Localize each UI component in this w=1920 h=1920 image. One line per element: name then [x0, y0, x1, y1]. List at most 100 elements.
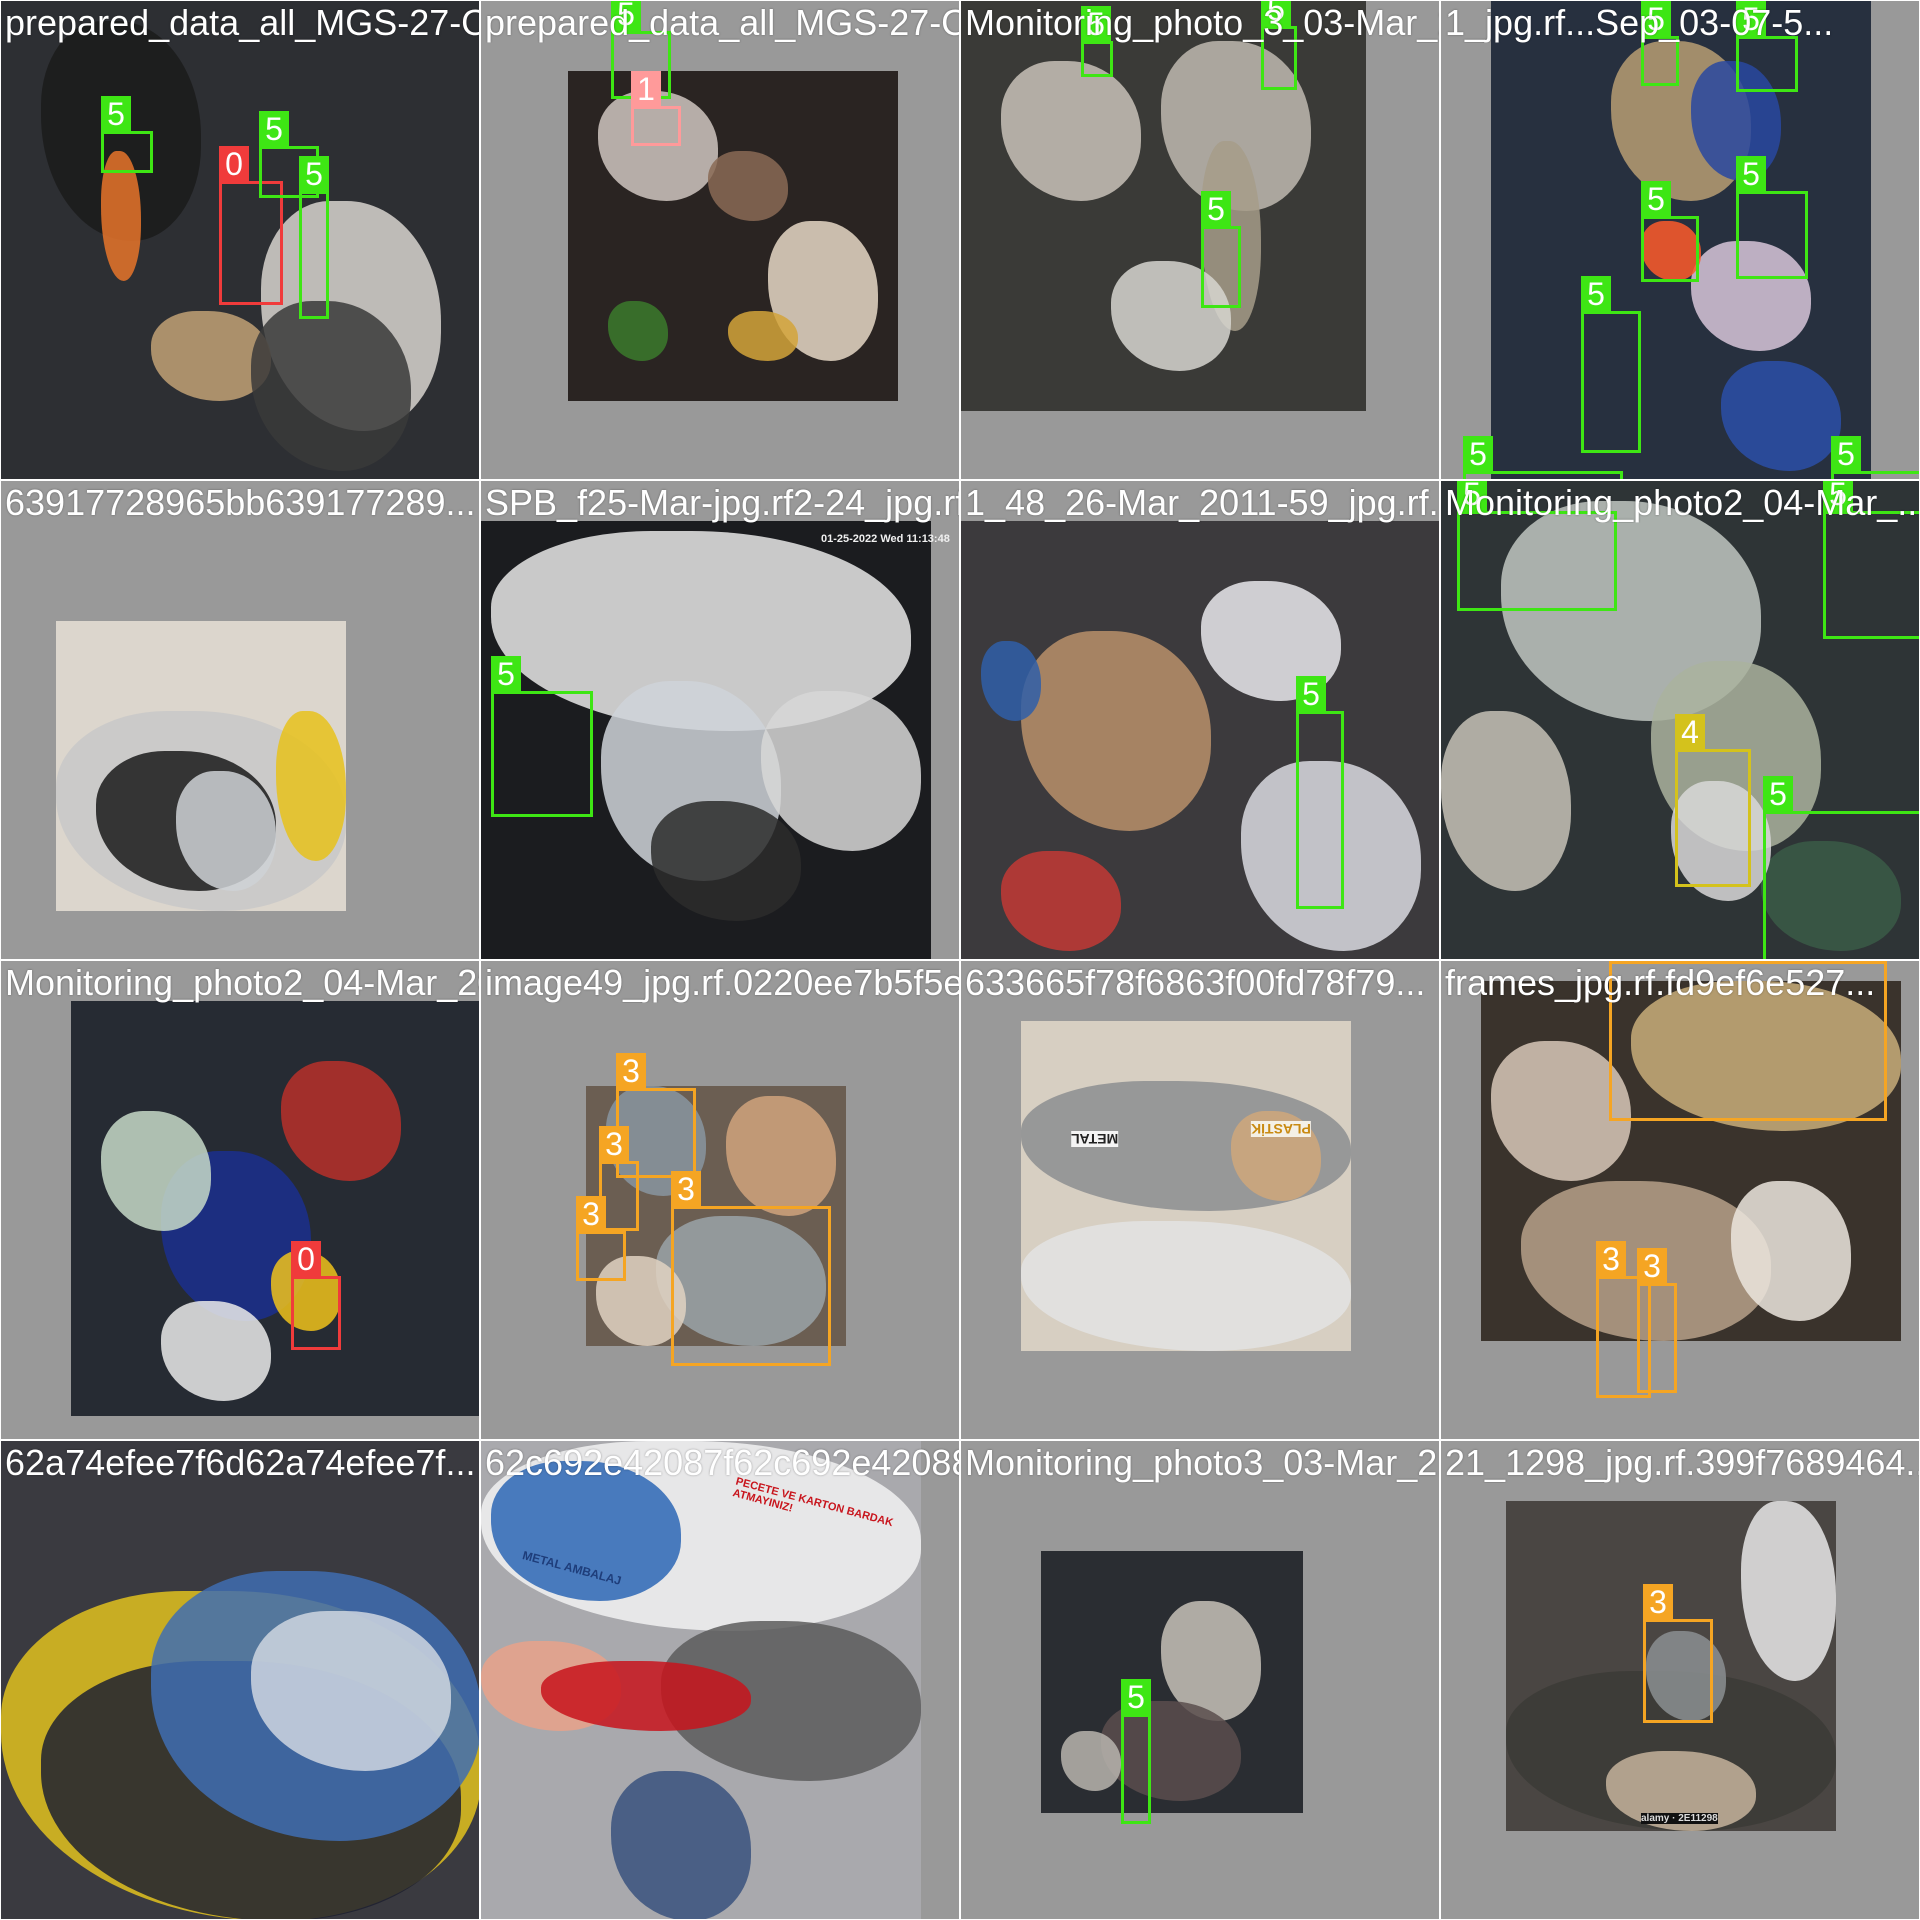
photo-object — [1441, 711, 1571, 891]
detection-class-label: 5 — [1736, 1, 1766, 37]
photo-object — [1001, 851, 1121, 951]
detection-box: 5 — [1831, 436, 1919, 479]
detection-class-label: 5 — [1121, 1679, 1151, 1715]
tile-filename: SPB_f25-Mar-jpg.rf2-24_jpg.rf... — [485, 483, 959, 523]
mosaic-tile: 5 1_48_26-Mar_2011-59_jpg.rf... — [959, 479, 1441, 961]
detection-class-label: 5 — [1831, 436, 1861, 472]
tile-photo — [961, 521, 1439, 959]
detection-box: 5 — [1261, 1, 1297, 90]
detection-box: 5 — [1296, 676, 1344, 909]
tile-photo — [1041, 1551, 1303, 1813]
photo-object — [161, 1301, 271, 1401]
photo-object — [281, 1061, 401, 1181]
detection-class-label: 5 — [1823, 481, 1853, 512]
detection-class-label: 3 — [576, 1196, 606, 1232]
detection-box: 5 — [101, 96, 153, 173]
detection-box: 5 — [299, 156, 329, 319]
mosaic-tile: 5 5 5 5 5 5 5 1_jpg.rf...Sep_03-07-5... — [1439, 0, 1920, 481]
photo-object — [1021, 631, 1211, 831]
photo-object — [1021, 1221, 1351, 1351]
detection-class-label: 5 — [611, 1, 641, 32]
detection-box: 5 — [1081, 6, 1113, 77]
detection-class-label: 4 — [1675, 714, 1705, 750]
tile-photo — [71, 1001, 479, 1416]
detection-box: 5 — [1463, 436, 1623, 479]
tile-filename: 633665f78f6863f00fd78f79... — [965, 963, 1426, 1003]
detection-class-label: 5 — [1081, 6, 1111, 42]
mosaic-tile: 633665f78f6863f00fd78f79... METAL PLASTİK — [959, 959, 1441, 1441]
tile-photo — [961, 1, 1366, 411]
detection-class-label: 5 — [1736, 156, 1766, 192]
tile-photo — [1021, 1021, 1351, 1351]
detection-class-label: 1 — [631, 71, 661, 107]
detection-box: 3 — [1609, 961, 1887, 1121]
detection-class-label: 5 — [1463, 436, 1493, 472]
mosaic-tile: 62c692e42087f62c692e420884...METAL AMBAL… — [479, 1439, 961, 1920]
detection-box: 3 — [671, 1171, 831, 1366]
detection-class-label: 5 — [299, 156, 329, 192]
tile-photo — [568, 71, 898, 401]
detection-class-label: 5 — [1296, 676, 1326, 712]
photo-object — [608, 301, 668, 361]
detection-class-label: 5 — [1641, 181, 1671, 217]
photo-object — [1741, 1501, 1836, 1681]
detection-class-label: 3 — [616, 1053, 646, 1089]
mosaic-tile: 555Monitoring_photo_3_03-Mar_20-53-52.jp… — [959, 0, 1441, 481]
detection-class-label: 0 — [219, 146, 249, 182]
detection-box: 0 — [219, 146, 283, 305]
photo-text: 01-25-2022 Wed 11:13:48 — [821, 533, 950, 545]
mosaic-tile: 63917728965bb639177289... — [0, 479, 481, 961]
detection-box: 5 — [491, 656, 593, 817]
detection-box: 5 — [1641, 1, 1679, 86]
detection-box: 3 — [576, 1196, 626, 1281]
detection-class-label: 3 — [1637, 1248, 1667, 1284]
mosaic-tile: 5 Monitoring_photo3_03-Mar_21-48-47_jpg.r… — [959, 1439, 1441, 1920]
detection-box: 0 — [291, 1241, 341, 1350]
tile-filename: 63917728965bb639177289... — [5, 483, 476, 523]
detection-class-label: 3 — [1609, 961, 1639, 962]
detection-mosaic: 5055prepared_data_all_MGS-27-Oct-23-10-4… — [0, 0, 1920, 1920]
mosaic-tile: 62a74efee7f6d62a74efee7f... — [0, 1439, 481, 1920]
detection-box: 5 — [1823, 481, 1919, 639]
tile-filename: 1_48_26-Mar_2011-59_jpg.rf... — [965, 483, 1439, 523]
tile-filename: Monitoring_photo2_04-Mar_20-19-49_jpg.rf… — [5, 963, 479, 1003]
tile-photo — [56, 621, 346, 911]
detection-class-label: 5 — [491, 656, 521, 692]
tile-filename: Monitoring_photo3_03-Mar_21-48-47_jpg.rf… — [965, 1443, 1439, 1483]
detection-box: 3 — [1643, 1584, 1713, 1723]
detection-box: 4 — [1675, 714, 1751, 887]
mosaic-tile: 5 1 prepared_data_all_MGS-27-Oct-23-04-10.… — [479, 0, 961, 481]
mosaic-tile: 333frames_jpg.rf.fd9ef6e527... — [1439, 959, 1920, 1441]
photo-object — [1721, 361, 1841, 471]
detection-class-label: 5 — [1641, 1, 1671, 37]
tile-photo — [1, 1441, 479, 1919]
detection-box: 5 — [1736, 156, 1808, 279]
photo-object — [728, 311, 798, 361]
detection-box: 5 — [1581, 276, 1641, 453]
mosaic-tile: 5 SPB_f25-Mar-jpg.rf2-24_jpg.rf... 01-25-2… — [479, 479, 961, 961]
tile-filename: prepared_data_all_MGS-27-Oct-23-04-10... — [485, 3, 959, 43]
detection-box: 5 — [1201, 191, 1241, 308]
mosaic-tile: 3 21_1298_jpg.rf.399f7689464... alamy · 2E… — [1439, 1439, 1920, 1920]
detection-class-label: 3 — [1596, 1241, 1626, 1277]
detection-box: 5 — [1736, 1, 1798, 92]
detection-class-label: 5 — [259, 111, 289, 147]
photo-object — [101, 1111, 211, 1231]
tile-filename: image49_jpg.rf.0220ee7b5f5e... — [485, 963, 959, 1003]
detection-box: 5 — [1121, 1679, 1151, 1824]
detection-box: 5 — [1457, 481, 1617, 611]
photo-object — [1061, 1731, 1121, 1791]
photo-text: alamy · 2E11298 — [1641, 1813, 1718, 1824]
detection-class-label: 5 — [1763, 776, 1793, 812]
photo-object — [726, 1096, 836, 1216]
photo-object — [708, 151, 788, 221]
detection-box: 5 — [1641, 181, 1699, 282]
detection-class-label: 5 — [1457, 481, 1487, 512]
photo-object — [1001, 61, 1141, 201]
mosaic-tile: 5055prepared_data_all_MGS-27-Oct-23-10-4… — [0, 0, 481, 481]
mosaic-tile: 3 3 3 3 image49_jpg.rf.0220ee7b5f5e... — [479, 959, 961, 1441]
detection-box: 3 — [1637, 1248, 1677, 1393]
detection-class-label: 3 — [1643, 1584, 1673, 1620]
mosaic-tile: 5 5 4 5 Monitoring_photo2_04-Mar_... — [1439, 479, 1920, 961]
detection-box: 1 — [631, 71, 681, 146]
